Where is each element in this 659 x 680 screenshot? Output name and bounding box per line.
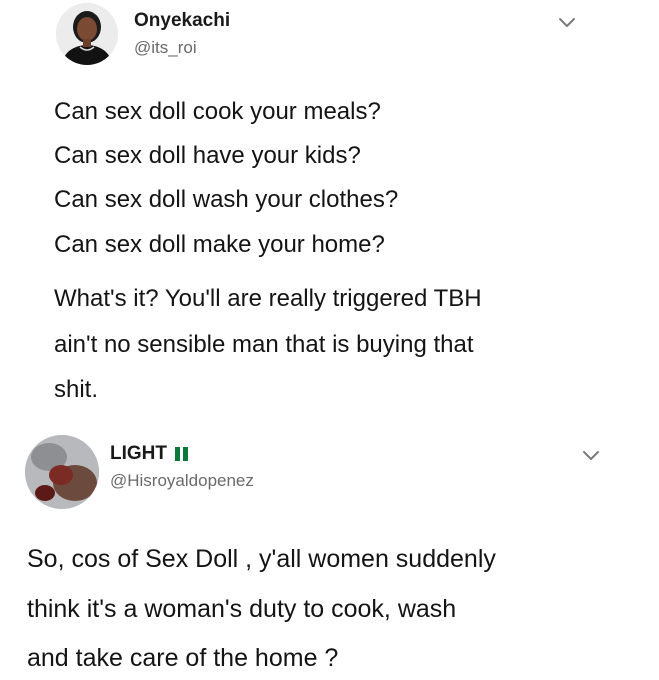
avatar-photo-image: [25, 435, 99, 509]
avatar[interactable]: [56, 3, 118, 65]
avatar-woman-image: [56, 3, 118, 65]
tweet-text-line: Can sex doll cook your meals?: [54, 98, 381, 125]
tweet-text-line: Can sex doll make your home?: [54, 231, 385, 258]
tweet-text-line: shit.: [54, 376, 99, 403]
tweet-text-line: Can sex doll wash your clothes?: [54, 186, 399, 213]
tweet-onyekachi: Onyekachi @its_roi Can sex doll cook you…: [0, 0, 659, 425]
chevron-down-icon[interactable]: [556, 11, 578, 33]
tweet-text-line: What's it? You'll are really triggered T…: [54, 285, 482, 312]
avatar[interactable]: [25, 435, 99, 509]
user-handle[interactable]: @Hisroyaldopenez: [110, 471, 254, 491]
tweet-light: LIGHT @Hisroyaldopenez So, cos of Sex Do…: [0, 425, 659, 680]
nigeria-flag-icon: [175, 447, 188, 461]
display-name[interactable]: LIGHT: [110, 443, 188, 465]
chevron-down-icon[interactable]: [580, 444, 602, 466]
tweet-text-line: Can sex doll have your kids?: [54, 142, 361, 169]
tweet-text-line: ain't no sensible man that is buying tha…: [54, 331, 474, 358]
tweet-text-line: So, cos of Sex Doll , y'all women sudden…: [27, 545, 496, 573]
display-name-text: LIGHT: [110, 443, 167, 464]
tweet-text-line: think it's a woman's duty to cook, wash: [27, 595, 457, 623]
tweet-text-line: and take care of the home ?: [27, 644, 339, 672]
user-handle[interactable]: @its_roi: [134, 38, 197, 58]
display-name[interactable]: Onyekachi: [134, 10, 230, 32]
